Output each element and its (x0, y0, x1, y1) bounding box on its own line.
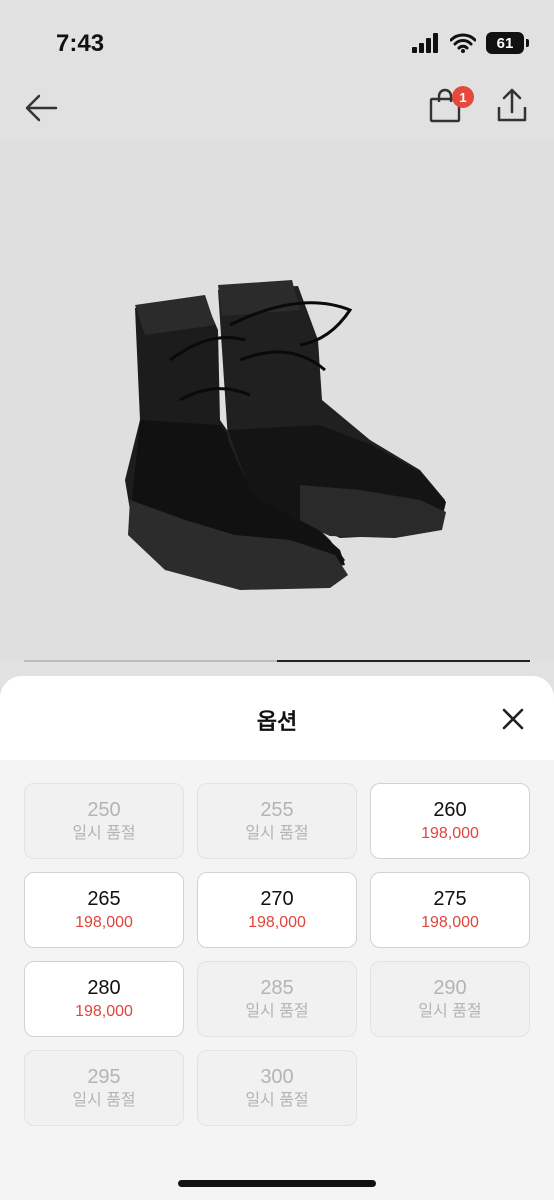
option-size: 260 (433, 799, 467, 821)
image-progress-fill (277, 660, 530, 662)
size-option[interactable]: 250 일시 품절 (24, 783, 184, 859)
option-price: 198,000 (248, 914, 306, 931)
status-bar: 7:43 61 (0, 0, 554, 80)
option-size: 280 (87, 977, 121, 999)
option-price: 198,000 (75, 1003, 133, 1020)
sheet-header: 옵션 (0, 676, 554, 760)
option-size: 290 (433, 977, 467, 999)
option-status: 일시 품절 (245, 1003, 309, 1020)
wifi-icon (450, 33, 476, 53)
size-option[interactable]: 285 일시 품절 (197, 961, 357, 1037)
sheet-title: 옵션 (256, 709, 298, 734)
size-option[interactable]: 290 일시 품절 (370, 961, 530, 1037)
cellular-signal-icon (412, 33, 438, 53)
boots-image (125, 280, 446, 590)
image-progress-bar (24, 660, 530, 662)
status-icons: 61 (412, 32, 529, 54)
size-option[interactable]: 300 일시 품절 (197, 1050, 357, 1126)
option-status: 일시 품절 (245, 825, 309, 842)
option-status: 일시 품절 (418, 1003, 482, 1020)
option-status: 일시 품절 (72, 1092, 136, 1109)
option-size: 255 (260, 799, 294, 821)
size-option[interactable]: 280 198,000 (24, 961, 184, 1037)
option-price: 198,000 (75, 914, 133, 931)
status-time: 7:43 (56, 30, 105, 57)
option-size: 265 (87, 888, 121, 910)
option-status: 일시 품절 (245, 1092, 309, 1109)
back-arrow-icon[interactable] (22, 88, 62, 128)
size-option[interactable]: 295 일시 품절 (24, 1050, 184, 1126)
size-option[interactable]: 270 198,000 (197, 872, 357, 948)
option-price: 198,000 (421, 914, 479, 931)
size-option[interactable]: 260 198,000 (370, 783, 530, 859)
close-icon[interactable] (496, 702, 530, 736)
home-indicator (178, 1180, 376, 1187)
options-sheet: 옵션 250 일시 품절 255 일시 품절 260 198,000 265 1… (0, 676, 554, 1200)
option-size: 275 (433, 888, 467, 910)
size-option[interactable]: 265 198,000 (24, 872, 184, 948)
share-icon[interactable] (492, 86, 532, 126)
size-option[interactable]: 255 일시 품절 (197, 783, 357, 859)
cart-count-badge: 1 (452, 86, 474, 108)
option-price: 198,000 (421, 825, 479, 842)
nav-bar: 1 (0, 80, 554, 138)
product-page: 7:43 61 1 (0, 0, 554, 700)
size-options-grid: 250 일시 품절 255 일시 품절 260 198,000 265 198,… (24, 783, 530, 1126)
option-status: 일시 품절 (72, 825, 136, 842)
option-size: 270 (260, 888, 294, 910)
option-size: 295 (87, 1066, 121, 1088)
option-size: 250 (87, 799, 121, 821)
option-size: 300 (260, 1066, 294, 1088)
shopping-bag-button[interactable]: 1 (428, 86, 474, 128)
battery-level: 61 (496, 34, 514, 52)
size-option[interactable]: 275 198,000 (370, 872, 530, 948)
option-size: 285 (260, 977, 294, 999)
battery-icon: 61 (486, 32, 529, 54)
product-image[interactable] (0, 140, 554, 660)
